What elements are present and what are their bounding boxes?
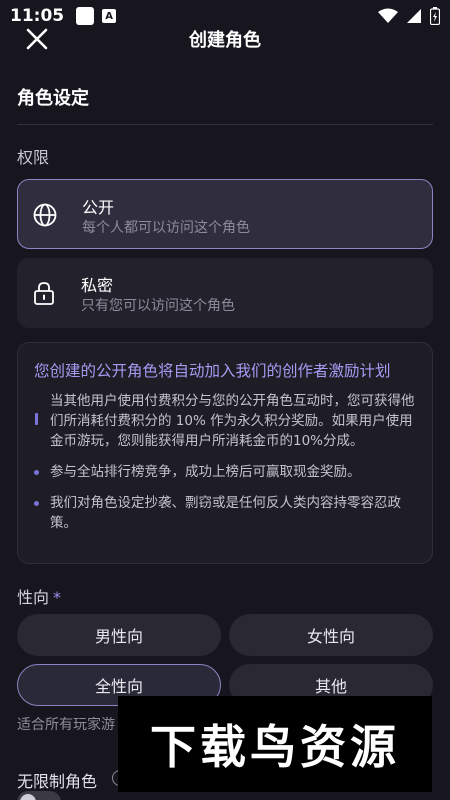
info-item-text: 参与全站排行榜竞争，成功上榜后可赢取现金奖励。 xyxy=(50,464,361,480)
permission-option-private[interactable]: 私密 只有您可以访问这个角色 xyxy=(17,258,433,328)
orientation-label: 性向 * xyxy=(17,588,62,607)
bullet-icon xyxy=(34,470,39,475)
info-item-text: 当其他用户使用付费积分与您的公开角色互动时，您可获得他们所消耗付费积分的 10%… xyxy=(50,393,415,449)
info-title: 您创建的公开角色将自动加入我们的创作者激励计划 xyxy=(34,362,391,380)
watermark-logo: 下载鸟资源 xyxy=(118,696,432,792)
lock-icon xyxy=(34,282,54,305)
top-bar: 创建角色 xyxy=(0,18,450,58)
orientation-option-female[interactable]: 女性向 xyxy=(229,614,433,656)
option-description: 只有您可以访问这个角色 xyxy=(81,298,235,314)
unlimited-role-label: 无限制角色 xyxy=(17,772,98,791)
permission-label: 权限 xyxy=(17,148,50,167)
info-item: 参与全站排行榜竞争，成功上榜后可赢取现金奖励。 xyxy=(34,462,416,482)
toggle-knob xyxy=(20,794,36,800)
unlimited-role-toggle[interactable] xyxy=(17,791,61,800)
option-name: 私密 xyxy=(81,276,114,295)
info-item: 我们对角色设定抄袭、剽窃或是任何反人类内容持零容忍政策。 xyxy=(34,493,416,533)
option-name: 公开 xyxy=(82,198,115,217)
divider xyxy=(17,124,433,125)
info-item: 当其他用户使用付费积分与您的公开角色互动时，您可获得他们所消耗付费积分的 10%… xyxy=(34,391,416,451)
orientation-option-male[interactable]: 男性向 xyxy=(17,614,221,656)
section-title: 角色设定 xyxy=(17,88,89,109)
orientation-helper-text: 适合所有玩家游 xyxy=(17,717,115,733)
creator-incentive-info: 您创建的公开角色将自动加入我们的创作者激励计划 当其他用户使用付费积分与您的公开… xyxy=(17,342,433,564)
globe-icon xyxy=(33,203,57,227)
bullet-icon xyxy=(34,501,39,506)
option-description: 每个人都可以访问这个角色 xyxy=(82,220,250,236)
info-item-text: 我们对角色设定抄袭、剽窃或是任何反人类内容持零容忍政策。 xyxy=(50,495,401,531)
permission-option-public[interactable]: 公开 每个人都可以访问这个角色 xyxy=(17,179,433,249)
required-mark: * xyxy=(53,588,62,607)
page-title: 创建角色 xyxy=(189,30,261,51)
bullet-icon xyxy=(35,413,38,425)
